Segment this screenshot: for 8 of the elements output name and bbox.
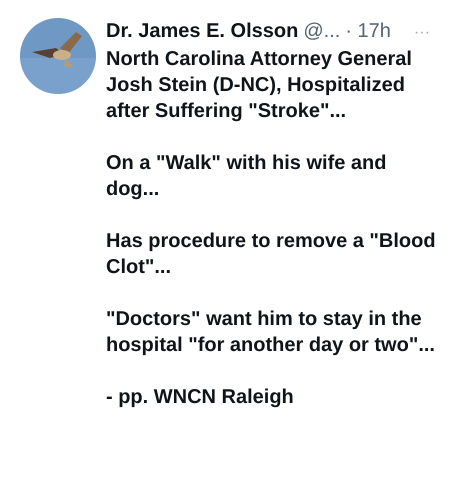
tweet-text: "Doctors" want him to stay in the hospital "for another day or two"... xyxy=(106,307,436,358)
tweet-text: Has procedure to remove a "Blood Clot"... xyxy=(106,229,436,280)
tweet-text: North Carolina Attorney General Josh Stein (D-NC), Hospitalized after Suffering "Stroke"... xyxy=(106,47,413,124)
author-name[interactable]: Dr. James E. Olsson xyxy=(106,18,298,44)
tweet-text: On a "Walk" with his wife and dog... xyxy=(106,151,388,202)
author-handle[interactable]: @... xyxy=(303,18,340,44)
timestamp[interactable]: · 17h xyxy=(345,18,391,44)
tweet-text: - pp. WNCN Raleigh xyxy=(106,385,295,410)
